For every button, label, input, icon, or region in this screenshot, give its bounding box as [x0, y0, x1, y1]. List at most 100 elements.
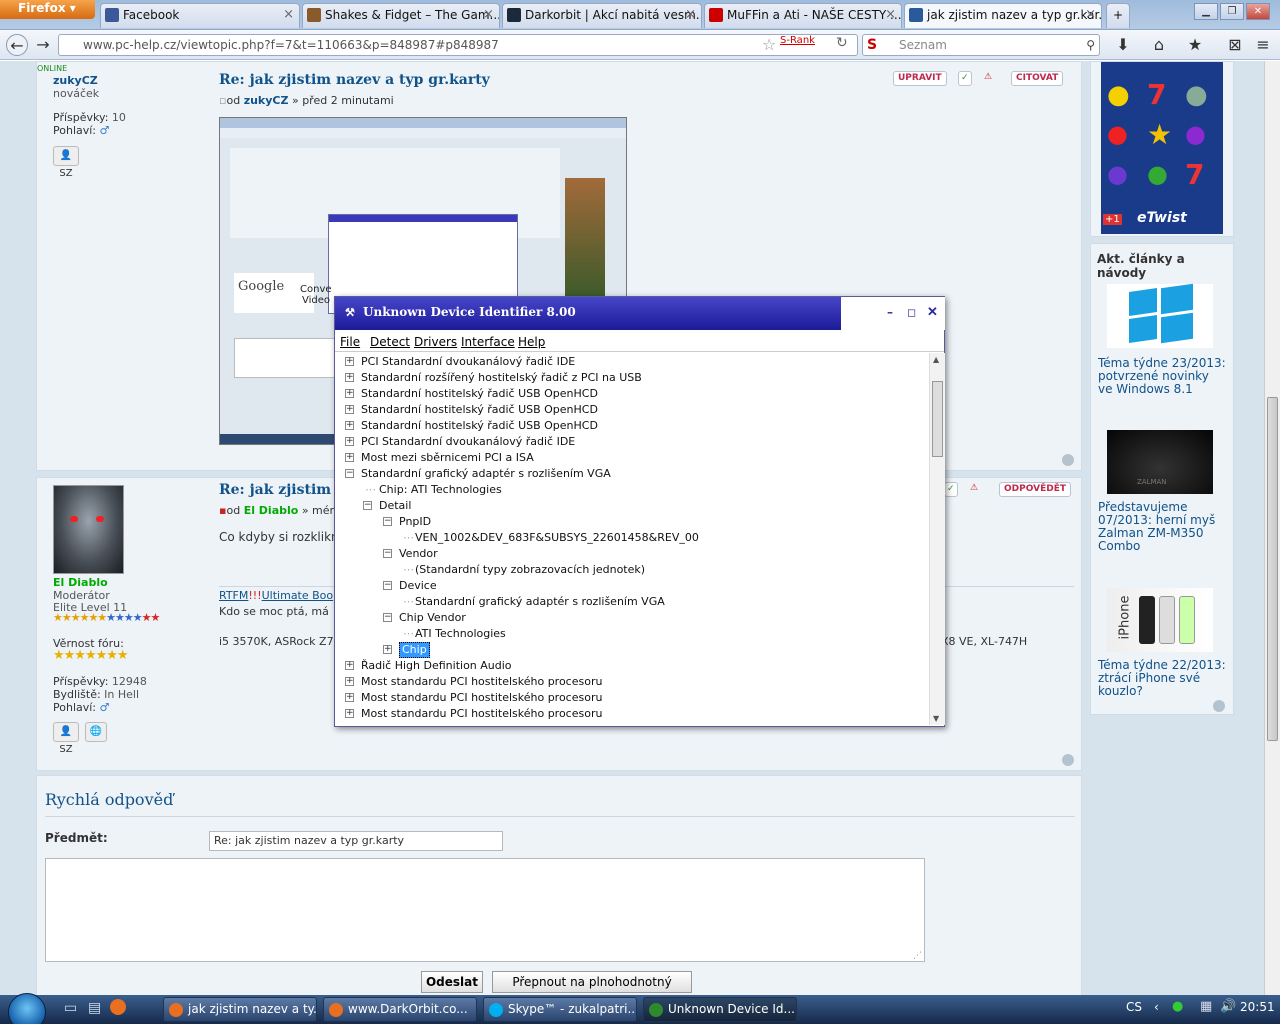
iphone-image[interactable]: iPhone [1107, 588, 1213, 652]
tree-node[interactable]: + Most standardu PCI hostitelského proces… [335, 690, 925, 706]
start-button-icon[interactable] [8, 993, 46, 1024]
menu-file[interactable]: File [340, 335, 360, 349]
slot-machine-ad[interactable]: ● 7 ● ● ★ ● ● ● 7 eTwist +1 [1101, 62, 1223, 234]
language-indicator[interactable]: CS [1126, 1000, 1142, 1014]
menu-interface[interactable]: Interface [461, 335, 515, 349]
tree-node[interactable]: + Most standardu PCI hostitelského proces… [335, 674, 925, 690]
tree-node[interactable]: − Standardní grafický adaptér s rozlišení… [335, 466, 925, 482]
srank-link[interactable]: S-Rank [780, 35, 815, 46]
expand-icon[interactable]: + [345, 661, 354, 670]
ad-plus-one[interactable]: +1 [1103, 214, 1122, 225]
tree-node[interactable]: + Standardní hostitelský řadič USB OpenHC… [335, 386, 925, 402]
collapse-icon[interactable]: − [383, 549, 392, 558]
clock[interactable]: 20:51 [1240, 1000, 1275, 1014]
message-textarea[interactable]: ⋰ [45, 858, 925, 962]
post-author-name[interactable]: El Diablo [53, 576, 108, 589]
meta-author[interactable]: zukyCZ [244, 94, 289, 107]
expand-icon[interactable]: + [383, 645, 392, 654]
tree-node[interactable]: + Standardní rozšířený hostitelský řadič … [335, 370, 925, 386]
home-icon[interactable]: ⌂ [1148, 34, 1170, 56]
pm-button[interactable]: 👤 SZ [53, 722, 79, 755]
close-window-icon[interactable]: ✕ [1246, 3, 1270, 20]
tree-node[interactable]: + Most mezi sběrnicemi PCI a ISA [335, 450, 925, 466]
tab-facebook[interactable]: Facebook × [100, 3, 300, 28]
pm-button[interactable]: 👤 SZ [53, 146, 79, 179]
menu-drivers[interactable]: Drivers [414, 335, 457, 349]
scroll-top-icon[interactable] [1062, 454, 1074, 466]
edit-button[interactable]: UPRAVIT [893, 71, 947, 86]
report-ok-icon[interactable]: ✓ [944, 482, 958, 497]
tree-node[interactable]: + PCI Standardní dvoukanálový řadič IDE [335, 434, 925, 450]
tab-close-icon[interactable]: × [483, 4, 494, 26]
subject-input[interactable]: Re: jak zjistim nazev a typ gr.karty [209, 831, 503, 851]
collapse-icon[interactable]: − [345, 469, 354, 478]
scroll-up-icon[interactable]: ▲ [933, 355, 939, 364]
expand-icon[interactable]: + [345, 709, 354, 718]
article-link-zalman[interactable]: Představujeme 07/2013: herní myš Zalman … [1098, 501, 1226, 553]
windows-logo-image[interactable] [1107, 283, 1213, 348]
tray-expand-icon[interactable]: ‹ [1154, 1000, 1159, 1014]
tree-node[interactable]: − Chip Vendor [335, 610, 925, 626]
reload-icon[interactable]: ↻ [836, 35, 848, 51]
menu-icon[interactable]: ≡ [1252, 34, 1274, 56]
tree-node[interactable]: ⋯ (Standardní typy zobrazovacích jednotek… [335, 562, 925, 578]
expand-icon[interactable]: + [345, 693, 354, 702]
expand-icon[interactable]: + [345, 677, 354, 686]
tab-shakes-fidget[interactable]: Shakes & Fidget – The Gam... × [302, 3, 500, 28]
dialog-close-icon[interactable]: ✕ [927, 297, 938, 328]
taskbar-item-skype[interactable]: Skype™ - zukalpatri... [483, 997, 637, 1022]
tree-node[interactable]: ⋯ ATI Technologies [335, 626, 925, 642]
search-input[interactable]: S Seznam ⚲ [862, 34, 1100, 56]
collapse-icon[interactable]: − [363, 501, 372, 510]
volume-icon[interactable]: 🔊 [1220, 999, 1236, 1014]
bookmarks-icon[interactable]: ★ [1184, 34, 1206, 56]
addon-icon[interactable]: ⊠ [1224, 34, 1246, 56]
article-link-iphone[interactable]: Téma týdne 22/2013: ztrácí iPhone své ko… [1098, 659, 1226, 698]
website-globe-icon[interactable]: 🌐 [85, 722, 107, 742]
tray-skype-icon[interactable]: ● [1172, 999, 1183, 1014]
page-scrollbar-thumb[interactable] [1267, 397, 1278, 741]
meta-author[interactable]: El Diablo [244, 504, 299, 517]
taskbar-item-firefox-1[interactable]: jak zjistim nazev a ty... [163, 997, 317, 1022]
tab-darkorbit[interactable]: Darkorbit | Akcí nabitá vesm... × [502, 3, 702, 28]
url-bar[interactable]: www.pc-help.cz/viewtopic.php?f=7&t=11066… [58, 34, 858, 56]
search-magnifier-icon[interactable]: ⚲ [1086, 35, 1095, 55]
warn-icon[interactable]: ⚠ [967, 482, 981, 497]
bookmark-star-icon[interactable]: ☆ [762, 35, 776, 54]
network-icon[interactable]: ▦ [1200, 999, 1212, 1014]
firefox-menu-button[interactable]: Firefox ▾ [0, 0, 95, 19]
collapse-icon[interactable]: − [383, 581, 392, 590]
dialog-minimize-icon[interactable]: – [887, 297, 893, 328]
page-scrollbar[interactable] [1264, 61, 1280, 995]
warn-icon[interactable]: ⚠ [981, 71, 995, 86]
tree-node[interactable]: + PCI Standardní dvoukanálový řadič IDE [335, 354, 925, 370]
tree-node[interactable]: + Standardní hostitelský řadič USB OpenHC… [335, 418, 925, 434]
tree-node[interactable]: + Standardní hostitelský řadič USB OpenHC… [335, 402, 925, 418]
rtfm-link[interactable]: RTFM [219, 589, 248, 602]
expand-icon[interactable]: + [345, 389, 354, 398]
tree-node[interactable]: + Most standardu PCI hostitelského proces… [335, 706, 925, 722]
collapse-icon[interactable]: − [383, 517, 392, 526]
tree-node[interactable]: − Vendor [335, 546, 925, 562]
new-tab-button[interactable]: + [1106, 3, 1130, 28]
zalman-mouse-image[interactable]: ZALMAN [1107, 430, 1213, 494]
taskbar-item-firefox-2[interactable]: www.DarkOrbit.co... [323, 997, 477, 1022]
tab-close-icon[interactable]: × [1085, 4, 1096, 26]
scroll-top-icon[interactable] [1213, 700, 1225, 712]
tree-node[interactable]: − Detail [335, 498, 925, 514]
show-desktop-icon[interactable]: ▭ [64, 1000, 77, 1016]
tab-close-icon[interactable]: × [685, 4, 696, 26]
tree-node[interactable]: − PnpID [335, 514, 925, 530]
tree-node[interactable]: + Řadič High Definition Audio [335, 658, 925, 674]
submit-button[interactable]: Odeslat [421, 971, 483, 993]
post-title[interactable]: Re: jak zjistim n [219, 482, 346, 498]
avatar[interactable] [53, 485, 124, 574]
resize-grip-icon[interactable]: ⋰ [913, 951, 922, 961]
tree-node[interactable]: + Chip [335, 642, 925, 658]
expand-icon[interactable]: + [345, 437, 354, 446]
expand-icon[interactable]: + [345, 357, 354, 366]
expand-icon[interactable]: + [345, 405, 354, 414]
back-arrow-icon[interactable]: ← [6, 34, 28, 56]
scroll-down-icon[interactable]: ▼ [933, 714, 939, 723]
collapse-icon[interactable]: − [383, 613, 392, 622]
